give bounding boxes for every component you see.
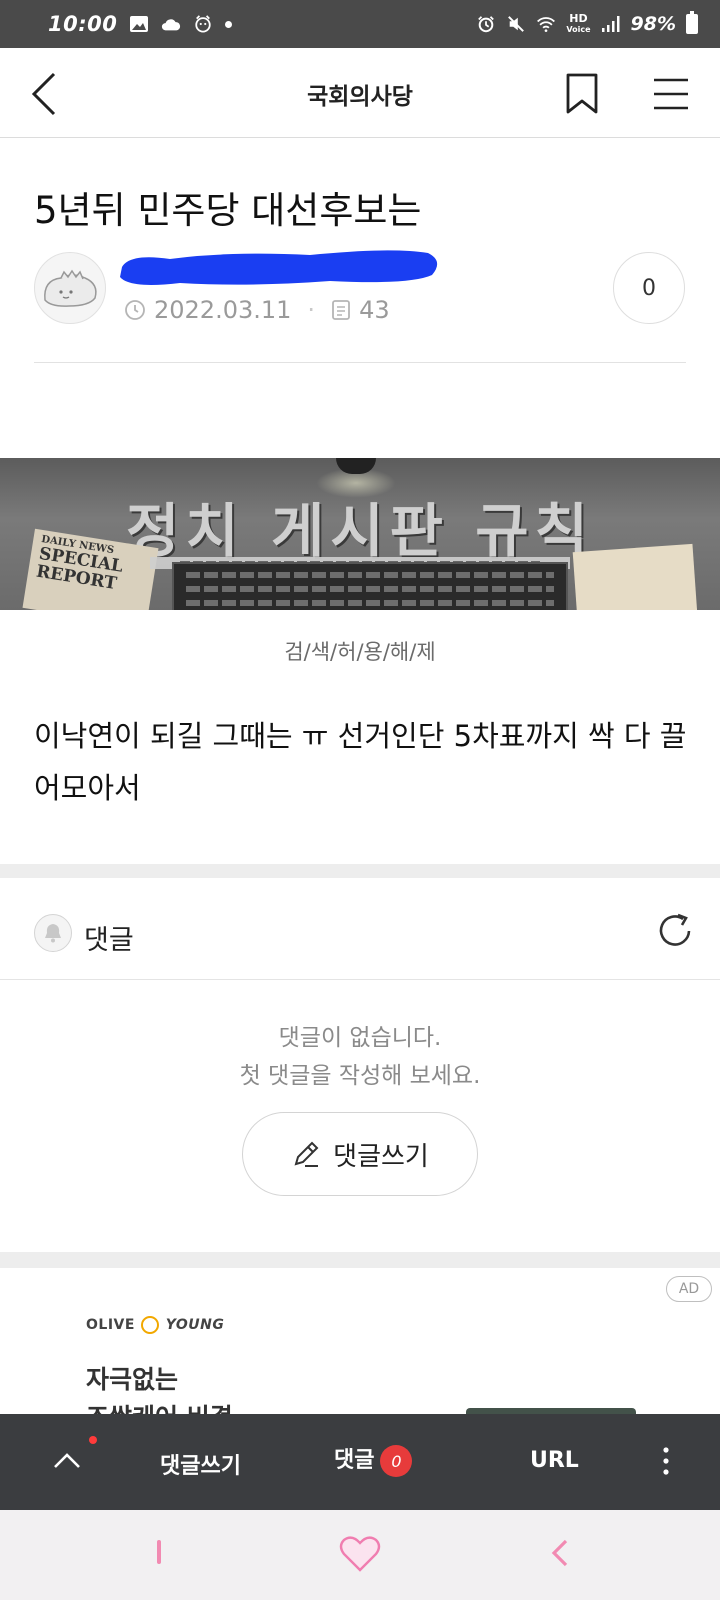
system-navigation-bar xyxy=(0,1510,720,1600)
comments-header: 댓글 xyxy=(0,878,720,980)
document-views-icon xyxy=(332,300,350,320)
bell-icon[interactable] xyxy=(34,914,72,952)
alarm-icon xyxy=(478,16,495,33)
meta-separator: · xyxy=(307,296,316,324)
chevron-left-icon[interactable] xyxy=(28,72,68,116)
recent-apps-icon[interactable] xyxy=(157,1540,161,1564)
gallery-icon xyxy=(130,16,149,32)
redacted-author-name xyxy=(120,250,438,285)
comment-count: 0 xyxy=(642,275,656,301)
clock-icon xyxy=(125,300,145,320)
comments-label: 댓글 xyxy=(84,925,134,956)
avatar[interactable] xyxy=(34,252,106,324)
ad-headline-2: 조쌀케어 비결 xyxy=(86,1398,233,1414)
app-header: 국회의사당 xyxy=(0,48,720,138)
post-meta: 2022.03.11 · 43 xyxy=(124,296,390,324)
ad-headline: 자극없는 xyxy=(86,1365,179,1394)
politics-board-rules-banner: 정치 게시판 규칙 DAILY NEWS SPECIAL REPORT xyxy=(0,458,720,610)
more-vertical-icon[interactable] xyxy=(660,1444,672,1478)
bookmark-icon[interactable] xyxy=(565,73,599,115)
divider xyxy=(34,362,686,363)
chevron-up-icon[interactable] xyxy=(50,1444,84,1478)
battery-icon xyxy=(686,11,698,34)
wifi-icon xyxy=(537,17,556,32)
post-date: 2022.03.11 xyxy=(154,296,292,324)
cloud-icon xyxy=(162,19,181,31)
toolbar-comments[interactable]: 댓글 0 xyxy=(334,1442,413,1477)
ad-badge[interactable]: AD xyxy=(666,1276,712,1302)
more-notifications-dot xyxy=(225,20,233,28)
hamburger-menu-icon[interactable] xyxy=(652,76,690,112)
section-separator xyxy=(0,1252,720,1268)
back-icon[interactable] xyxy=(548,1537,572,1569)
first-comment-prompt: 첫 댓글을 작성해 보세요. xyxy=(239,1063,481,1089)
toolbar-url[interactable]: URL xyxy=(530,1448,579,1473)
ad-brand-logo: OLIVE YOUNG xyxy=(86,1316,225,1334)
board-title: 국회의사당 xyxy=(307,84,413,110)
hd-voice-indicator: HD Voice xyxy=(566,11,591,34)
write-comment-button[interactable]: 댓글쓰기 xyxy=(242,1112,478,1196)
section-separator xyxy=(0,864,720,878)
no-comments-text: 댓글이 없습니다. xyxy=(278,1025,442,1051)
toolbar-write-comment[interactable]: 댓글쓰기 xyxy=(160,1448,241,1480)
app-notification-icon xyxy=(195,15,212,33)
post-body: 이낙연이 되길 그때는 ㅠ 선거인단 5차표까지 싹 다 끌어모아서 xyxy=(34,719,687,805)
write-comment-label: 댓글쓰기 xyxy=(333,1141,429,1172)
signal-icon xyxy=(601,16,620,32)
advertisement[interactable]: AD OLIVE YOUNG 자극없는 조쌀케어 비결 xyxy=(0,1268,720,1414)
comment-count-button[interactable]: 0 xyxy=(613,252,685,324)
status-time: 10:00 xyxy=(48,12,118,36)
heart-home-icon[interactable] xyxy=(338,1534,382,1574)
pencil-icon xyxy=(294,1141,319,1167)
battery-percent: 98% xyxy=(630,13,676,35)
new-indicator-dot xyxy=(89,1436,97,1444)
paper-stack-graphic xyxy=(572,543,698,610)
bottom-toolbar: 댓글쓰기 댓글 0 URL xyxy=(0,1414,720,1510)
mute-icon xyxy=(508,16,525,32)
toolbar-comments-label: 댓글 xyxy=(334,1448,375,1473)
status-bar: 10:00 HD Voice 98% xyxy=(0,0,720,48)
refresh-icon[interactable] xyxy=(654,910,696,952)
view-count: 43 xyxy=(359,296,390,324)
search-allowed-caption: 검/색/허/용/해/제 xyxy=(284,640,436,664)
banner-rules-board xyxy=(172,562,568,610)
dinosaur-avatar-icon xyxy=(44,269,97,307)
comment-count-badge: 0 xyxy=(380,1445,413,1477)
post-title: 5년뒤 민주당 대선후보는 xyxy=(34,189,422,232)
